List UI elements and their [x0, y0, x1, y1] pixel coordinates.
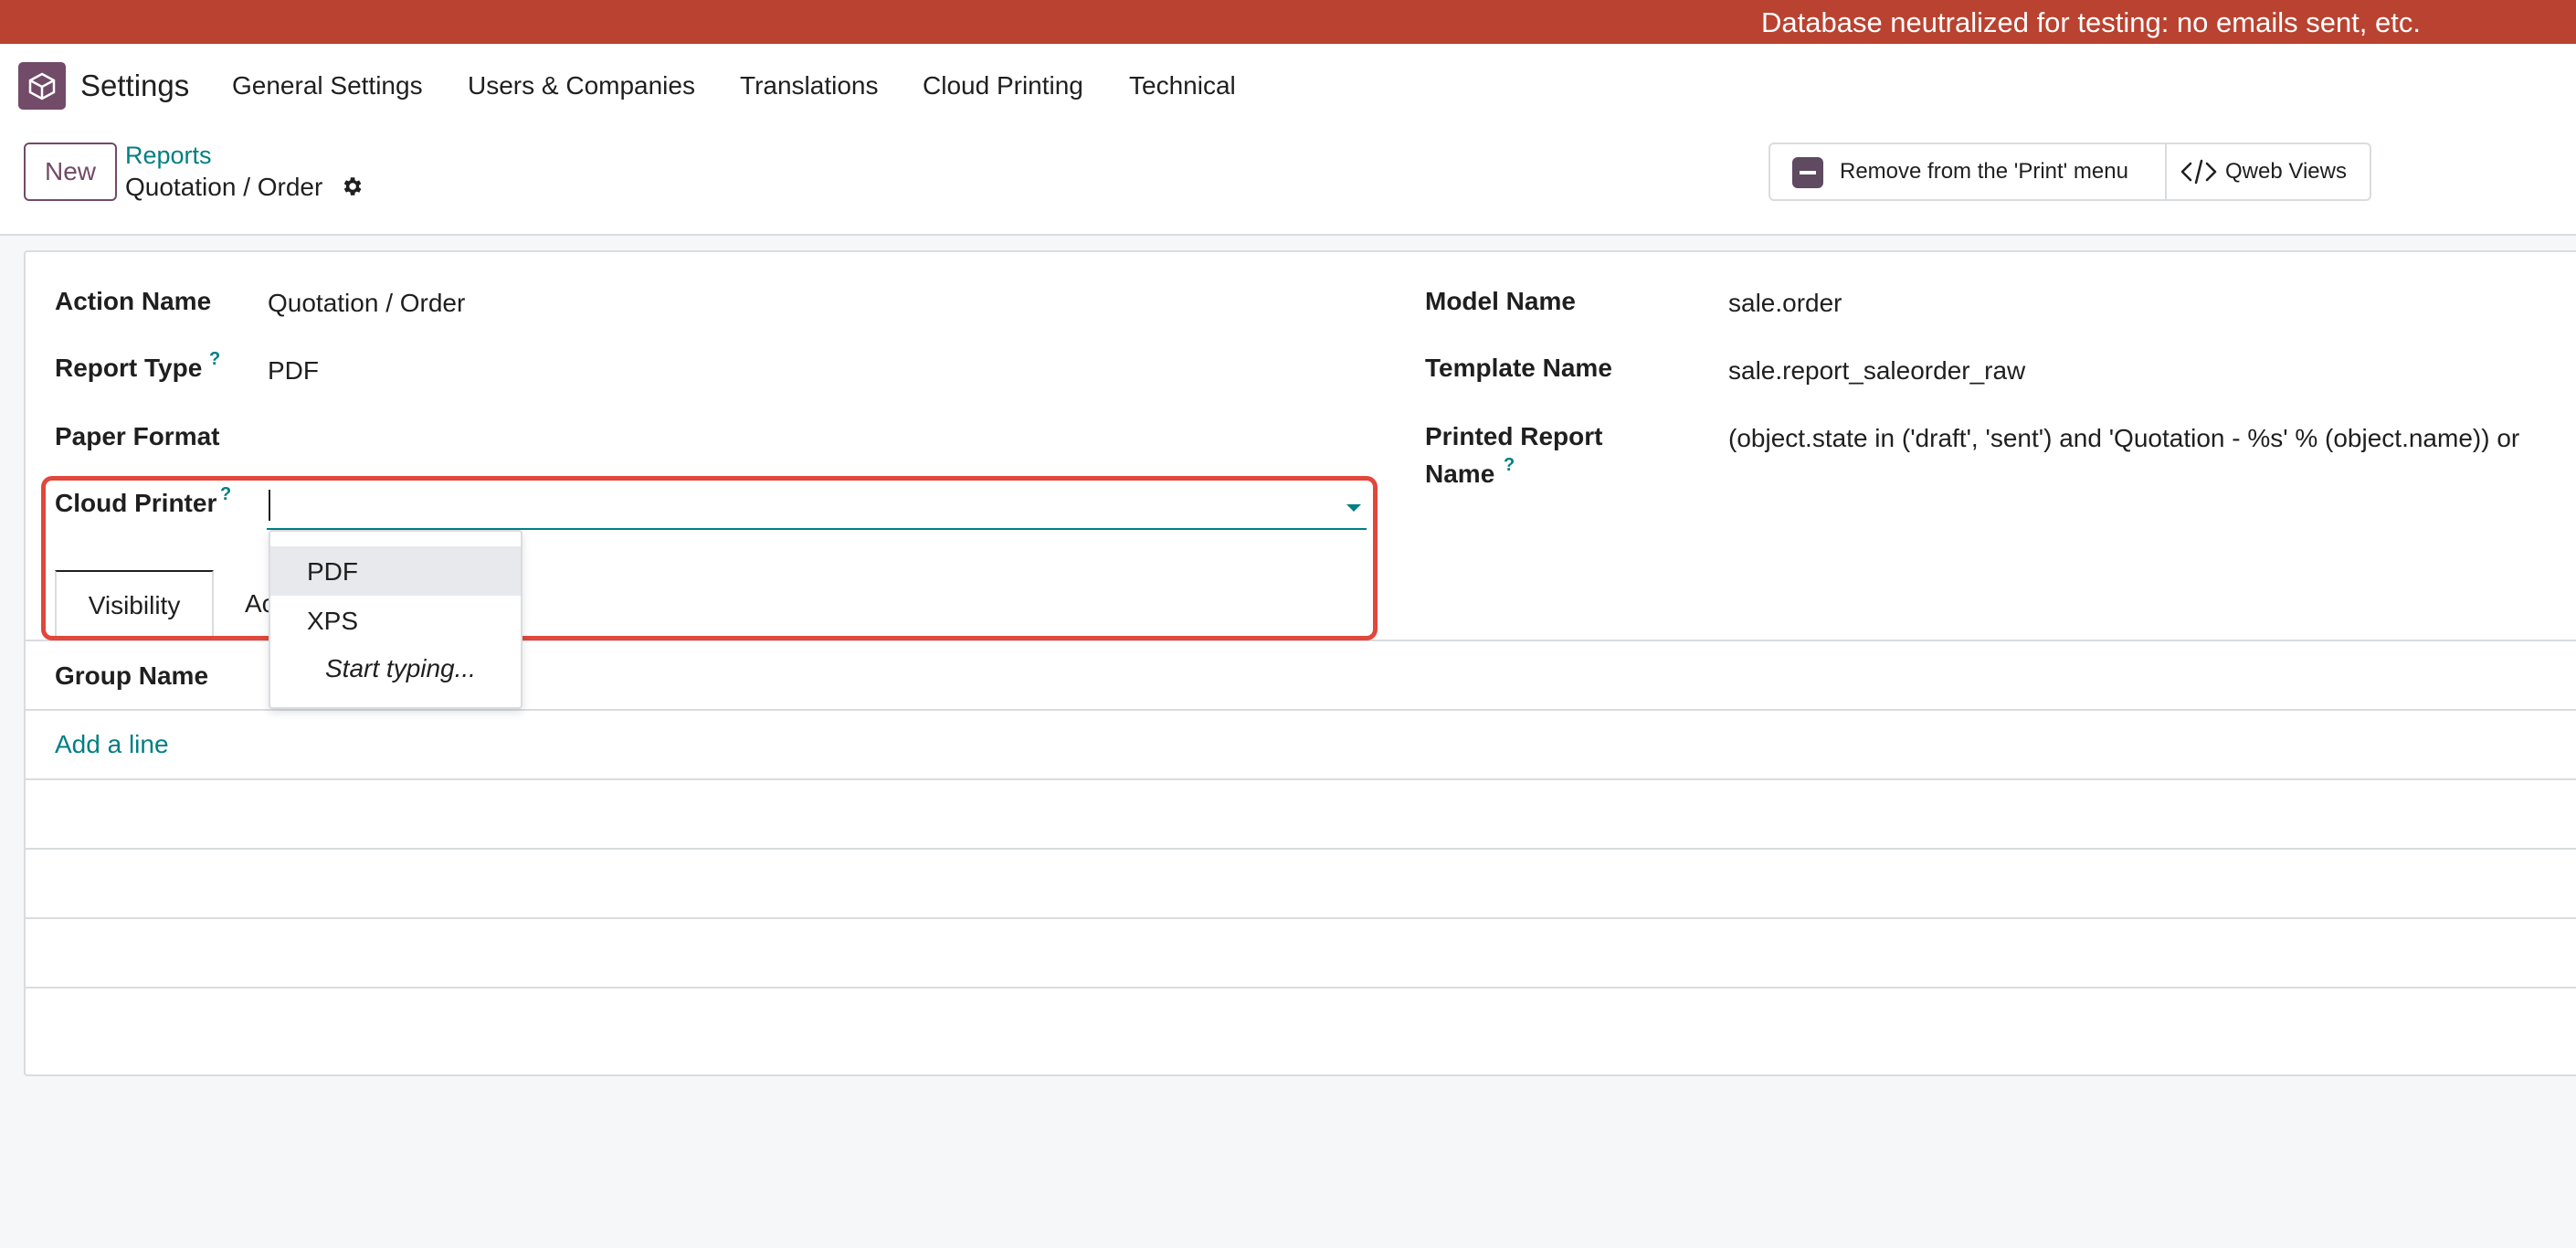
new-button[interactable]: New — [24, 143, 117, 201]
action-button-group: Remove from the 'Print' menu Qweb Views — [1768, 143, 2371, 201]
group-name-column-header[interactable]: Group Name — [55, 661, 208, 691]
top-navbar: Settings General Settings Users & Compan… — [0, 44, 2576, 128]
dropdown-option-pdf[interactable]: PDF — [270, 546, 521, 596]
cloud-printer-highlight-frame — [41, 476, 1378, 640]
dropdown-start-typing-hint[interactable]: Start typing... — [325, 654, 476, 683]
printed-report-name-label-2: Name — [1425, 460, 1495, 488]
action-name-value[interactable]: Quotation / Order — [268, 289, 465, 318]
neutralized-banner: Database neutralized for testing: no ema… — [0, 0, 2576, 44]
printed-report-name-label: Printed Report — [1425, 422, 1603, 450]
table-row — [26, 850, 2576, 917]
qweb-views-button[interactable]: Qweb Views — [2167, 144, 2370, 199]
report-type-value[interactable]: PDF — [268, 356, 319, 386]
nav-item-general-settings[interactable]: General Settings — [232, 71, 423, 100]
table-row-border — [24, 987, 2576, 989]
gear-icon[interactable] — [340, 175, 364, 203]
printed-report-name-value[interactable]: (object.state in ('draft', 'sent') and '… — [1728, 424, 2519, 453]
dropdown-option-xps[interactable]: XPS — [270, 596, 521, 645]
cloud-printer-dropdown: PDF XPS Start typing... — [269, 530, 523, 709]
remove-from-print-menu-button[interactable]: Remove from the 'Print' menu — [1770, 144, 2165, 199]
breadcrumb-reports-link[interactable]: Reports — [125, 142, 212, 170]
apps-menu-icon[interactable] — [18, 62, 66, 110]
printed-report-name-help-icon[interactable]: ? — [1504, 455, 1515, 476]
code-icon — [2180, 159, 2217, 185]
banner-text: Database neutralized for testing: no ema… — [1760, 6, 2421, 38]
paper-format-label: Paper Format — [55, 422, 220, 450]
action-name-label: Action Name — [55, 287, 212, 315]
model-name-value[interactable]: sale.order — [1728, 289, 1842, 318]
nav-item-translations[interactable]: Translations — [740, 71, 878, 100]
nav-brand-settings[interactable]: Settings — [80, 69, 189, 103]
template-name-label: Template Name — [1425, 354, 1612, 382]
nav-item-cloud-printing[interactable]: Cloud Printing — [923, 71, 1083, 100]
template-name-value[interactable]: sale.report_saleorder_raw — [1728, 356, 2025, 386]
breadcrumb-current: Quotation / Order — [125, 173, 323, 201]
nav-item-technical[interactable]: Technical — [1129, 71, 1236, 100]
table-row — [26, 919, 2576, 987]
table-header-border — [24, 709, 2576, 711]
qweb-button-label: Qweb Views — [2225, 159, 2347, 184]
remove-button-label: Remove from the 'Print' menu — [1840, 159, 2128, 184]
report-type-help-icon[interactable]: ? — [209, 349, 220, 370]
report-type-label: Report Type — [55, 354, 203, 382]
control-panel: New Reports Quotation / Order Remove fro… — [0, 128, 2576, 236]
minus-square-icon — [1792, 157, 1823, 188]
add-a-line-link[interactable]: Add a line — [55, 730, 169, 759]
table-row — [26, 780, 2576, 848]
model-name-label: Model Name — [1425, 287, 1576, 315]
nav-item-users-companies[interactable]: Users & Companies — [468, 71, 695, 100]
